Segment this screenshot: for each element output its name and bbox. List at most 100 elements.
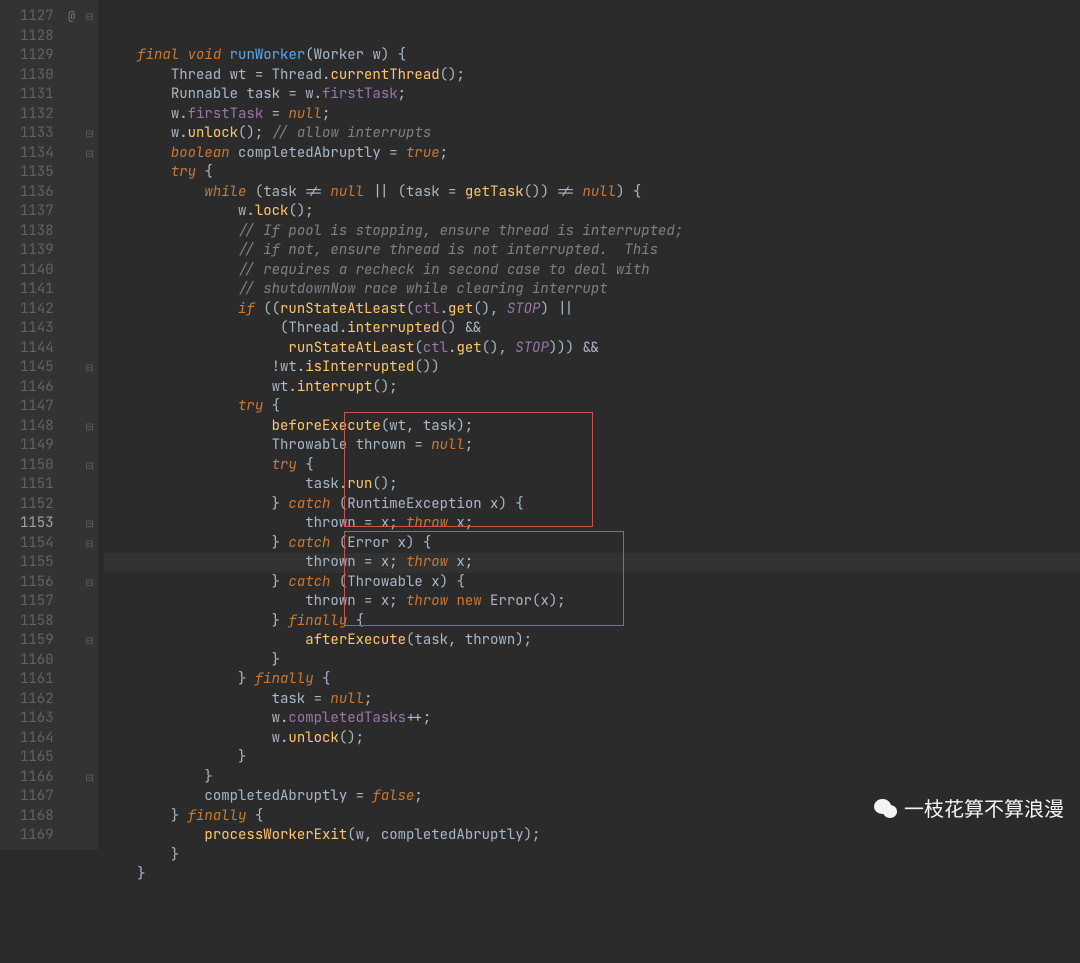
line-number: 1131	[20, 85, 54, 105]
line-number: 1162	[20, 690, 54, 710]
code-line[interactable]: }	[104, 846, 1080, 866]
line-number: 1136	[20, 183, 54, 203]
gutter-override-cell	[62, 261, 82, 281]
line-number: 1151	[20, 475, 54, 495]
code-line[interactable]: Throwable thrown = null;	[104, 436, 1080, 456]
line-number: 1169	[20, 826, 54, 846]
code-line[interactable]: }	[104, 768, 1080, 788]
gutter-override-cell	[62, 534, 82, 554]
gutter-override-cell	[62, 222, 82, 242]
fold-cell	[82, 495, 98, 515]
code-line[interactable]: processWorkerExit(w, completedAbruptly);	[104, 826, 1080, 846]
code-line[interactable]: } finally {	[104, 612, 1080, 632]
watermark: 一枝花算不算浪漫	[872, 793, 1064, 822]
code-line[interactable]: }	[104, 865, 1080, 885]
fold-toggle-icon[interactable]	[82, 144, 98, 164]
gutter-override-cell	[62, 358, 82, 378]
line-number: 1141	[20, 280, 54, 300]
code-line[interactable]: wt.interrupt();	[104, 378, 1080, 398]
code-editor[interactable]: 1127112811291130113111321133113411351136…	[0, 0, 1080, 850]
code-line[interactable]: thrown = x; throw x;	[104, 553, 1080, 573]
line-number: 1130	[20, 66, 54, 86]
fold-cell	[82, 27, 98, 47]
code-line[interactable]: // If pool is stopping, ensure thread is…	[104, 222, 1080, 242]
override-icon[interactable]: @	[62, 7, 82, 27]
code-line[interactable]: (Thread.interrupted() &&	[104, 319, 1080, 339]
line-number: 1149	[20, 436, 54, 456]
fold-cell	[82, 300, 98, 320]
code-line[interactable]: // requires a recheck in second case to …	[104, 261, 1080, 281]
code-line[interactable]: Runnable task = w.firstTask;	[104, 85, 1080, 105]
line-number: 1158	[20, 612, 54, 632]
gutter-override-cell	[62, 709, 82, 729]
code-line[interactable]: }	[104, 748, 1080, 768]
gutter-override-cell	[62, 144, 82, 164]
fold-cell	[82, 397, 98, 417]
line-number: 1143	[20, 319, 54, 339]
line-number: 1139	[20, 241, 54, 261]
code-line[interactable]: } catch (RuntimeException x) {	[104, 495, 1080, 515]
line-number: 1152	[20, 495, 54, 515]
gutter-override-cell	[62, 729, 82, 749]
code-line[interactable]: final void runWorker(Worker w) {	[104, 46, 1080, 66]
code-line[interactable]: runStateAtLeast(ctl.get(), STOP))) &&	[104, 339, 1080, 359]
gutter-override-cell	[62, 319, 82, 339]
code-line[interactable]: afterExecute(task, thrown);	[104, 631, 1080, 651]
gutter-override-cell	[62, 280, 82, 300]
line-number: 1150	[20, 456, 54, 476]
fold-toggle-icon[interactable]	[82, 124, 98, 144]
code-line[interactable]: } catch (Error x) {	[104, 534, 1080, 554]
fold-toggle-icon[interactable]	[82, 573, 98, 593]
fold-toggle-icon[interactable]	[82, 631, 98, 651]
code-line[interactable]: while (task != null || (task = getTask()…	[104, 183, 1080, 203]
code-line[interactable]: w.unlock(); // allow interrupts	[104, 124, 1080, 144]
code-line[interactable]: } finally {	[104, 670, 1080, 690]
gutter-override-cell	[62, 592, 82, 612]
fold-column[interactable]	[82, 0, 98, 850]
code-line[interactable]: thrown = x; throw new Error(x);	[104, 592, 1080, 612]
code-line[interactable]: beforeExecute(wt, task);	[104, 417, 1080, 437]
gutter-override-cell	[62, 417, 82, 437]
line-number: 1157	[20, 592, 54, 612]
code-line[interactable]: }	[104, 651, 1080, 671]
code-line[interactable]: w.unlock();	[104, 729, 1080, 749]
code-line[interactable]: w.completedTasks++;	[104, 709, 1080, 729]
fold-toggle-icon[interactable]	[82, 768, 98, 788]
code-line[interactable]: Thread wt = Thread.currentThread();	[104, 66, 1080, 86]
fold-toggle-icon[interactable]	[82, 456, 98, 476]
code-line[interactable]: boolean completedAbruptly = true;	[104, 144, 1080, 164]
fold-toggle-icon[interactable]	[82, 358, 98, 378]
gutter-override-cell	[62, 553, 82, 573]
code-line[interactable]: !wt.isInterrupted())	[104, 358, 1080, 378]
fold-cell	[82, 319, 98, 339]
code-line[interactable]: // shutdownNow race while clearing inter…	[104, 280, 1080, 300]
code-line[interactable]: try {	[104, 397, 1080, 417]
code-line[interactable]: try {	[104, 163, 1080, 183]
code-line[interactable]: task = null;	[104, 690, 1080, 710]
fold-toggle-icon[interactable]	[82, 534, 98, 554]
fold-toggle-icon[interactable]	[82, 514, 98, 534]
fold-cell	[82, 612, 98, 632]
code-line[interactable]: w.firstTask = null;	[104, 105, 1080, 125]
fold-toggle-icon[interactable]	[82, 417, 98, 437]
code-line[interactable]: // if not, ensure thread is not interrup…	[104, 241, 1080, 261]
code-line[interactable]: w.lock();	[104, 202, 1080, 222]
line-number: 1127	[20, 7, 54, 27]
line-number: 1133	[20, 124, 54, 144]
line-number: 1138	[20, 222, 54, 242]
code-line[interactable]: thrown = x; throw x;	[104, 514, 1080, 534]
fold-toggle-icon[interactable]	[82, 7, 98, 27]
line-number: 1140	[20, 261, 54, 281]
code-line[interactable]: task.run();	[104, 475, 1080, 495]
gutter-override-cell	[62, 670, 82, 690]
code-line[interactable]: } catch (Throwable x) {	[104, 573, 1080, 593]
line-number: 1144	[20, 339, 54, 359]
code-line[interactable]: if ((runStateAtLeast(ctl.get(), STOP) ||	[104, 300, 1080, 320]
fold-cell	[82, 105, 98, 125]
code-line[interactable]: try {	[104, 456, 1080, 476]
gutter-icon-column: @	[62, 0, 82, 850]
fold-cell	[82, 670, 98, 690]
fold-cell	[82, 85, 98, 105]
gutter-override-cell	[62, 651, 82, 671]
line-number: 1168	[20, 807, 54, 827]
